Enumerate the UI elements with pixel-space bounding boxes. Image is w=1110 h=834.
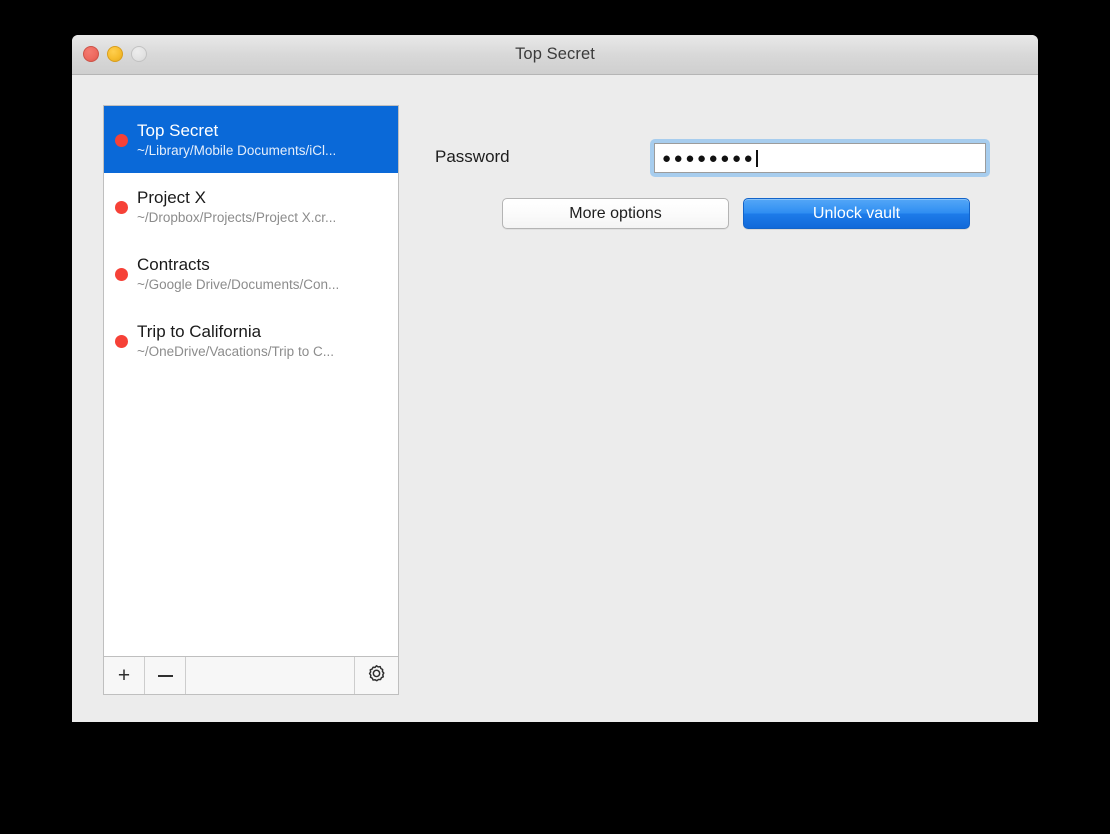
vault-sidebar: Top Secret ~/Library/Mobile Documents/iC… xyxy=(103,105,399,695)
minus-icon xyxy=(158,675,173,677)
password-field-focus-ring: ●●●●●●●● xyxy=(650,139,990,177)
action-button-row: More options Unlock vault xyxy=(502,198,970,229)
window-content: Top Secret ~/Library/Mobile Documents/iC… xyxy=(72,75,1038,722)
password-input[interactable]: ●●●●●●●● xyxy=(654,143,986,173)
vault-name: Top Secret xyxy=(137,120,398,141)
status-dot-icon xyxy=(115,335,128,348)
vault-name: Trip to California xyxy=(137,321,398,342)
vault-list-item-contracts[interactable]: Contracts ~/Google Drive/Documents/Con..… xyxy=(104,240,398,307)
vault-list-item-project-x[interactable]: Project X ~/Dropbox/Projects/Project X.c… xyxy=(104,173,398,240)
text-cursor xyxy=(756,150,758,167)
more-options-button[interactable]: More options xyxy=(502,198,729,229)
vault-name: Contracts xyxy=(137,254,398,275)
add-vault-button[interactable]: + xyxy=(104,657,145,694)
password-row: Password ●●●●●●●● xyxy=(435,139,1038,177)
vault-path: ~/Library/Mobile Documents/iCl... xyxy=(137,141,398,160)
toolbar-spacer xyxy=(186,657,355,694)
window-title: Top Secret xyxy=(72,35,1038,74)
sidebar-toolbar: + xyxy=(104,656,398,694)
title-bar: Top Secret xyxy=(72,35,1038,75)
vault-path: ~/OneDrive/Vacations/Trip to C... xyxy=(137,342,398,361)
vault-path: ~/Dropbox/Projects/Project X.cr... xyxy=(137,208,398,227)
vault-path: ~/Google Drive/Documents/Con... xyxy=(137,275,398,294)
status-dot-icon xyxy=(115,268,128,281)
plus-icon: + xyxy=(118,665,130,686)
application-window: Top Secret Top Secret ~/Library/Mobile D… xyxy=(72,35,1038,722)
password-label: Password xyxy=(435,147,510,167)
unlock-vault-button[interactable]: Unlock vault xyxy=(743,198,970,229)
status-dot-icon xyxy=(115,134,128,147)
vault-settings-button[interactable] xyxy=(355,657,398,694)
vault-name: Project X xyxy=(137,187,398,208)
vault-list-item-trip-to-california[interactable]: Trip to California ~/OneDrive/Vacations/… xyxy=(104,307,398,374)
password-masked-value: ●●●●●●●● xyxy=(662,151,755,166)
vault-detail-pane: Password ●●●●●●●● More options Unlock va… xyxy=(412,105,1038,722)
gear-icon xyxy=(366,663,387,689)
remove-vault-button[interactable] xyxy=(145,657,186,694)
vault-list[interactable]: Top Secret ~/Library/Mobile Documents/iC… xyxy=(104,106,398,656)
vault-list-item-top-secret[interactable]: Top Secret ~/Library/Mobile Documents/iC… xyxy=(104,106,398,173)
status-dot-icon xyxy=(115,201,128,214)
